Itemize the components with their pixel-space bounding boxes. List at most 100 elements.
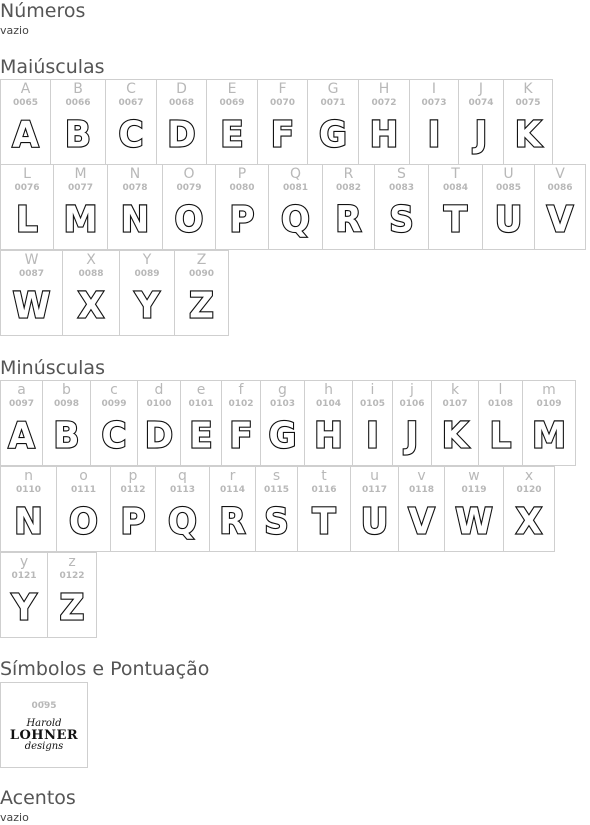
glyph-code: 0066 [65, 98, 91, 108]
glyph-character-label: f [238, 382, 244, 398]
glyph-preview: X [515, 500, 543, 544]
section-title-minusculas: Minúsculas [0, 357, 105, 379]
glyph-cell: j 0106 J [392, 380, 431, 466]
glyph-character-label: F [278, 81, 287, 97]
glyph-cell: Y 0089 Y [119, 250, 174, 336]
glyph-character-label: i [370, 382, 375, 398]
glyph-code: 0109 [536, 399, 562, 409]
glyph-character-label: R [343, 166, 354, 182]
glyph-code: 0067 [118, 98, 144, 108]
glyph-code: 0122 [59, 571, 85, 581]
glyph-character-label: V [555, 166, 565, 182]
glyph-code: 0072 [371, 98, 397, 108]
glyph-character-label: k [450, 382, 460, 398]
glyph-code: 0100 [146, 399, 172, 409]
glyph-cell: d 0100 D [137, 380, 180, 466]
glyph-code: 0111 [70, 485, 97, 495]
glyph-cell: K 0075 K [503, 79, 553, 165]
glyph-preview: A [11, 113, 40, 157]
glyph-row: A 0065 A B 0066 B C 0067 C D 0068 D E 0069 E F 0070 F G 007… [0, 79, 553, 165]
glyph-preview: W [454, 500, 494, 544]
glyph-preview: I [427, 113, 442, 157]
section-title-acentos: Acentos [0, 787, 76, 809]
glyph-cell: C 0067 C [105, 79, 156, 165]
glyph-preview: L [489, 414, 513, 458]
glyph-cell: v 0118 V [398, 466, 444, 552]
section-title-numeros: Números [0, 0, 86, 22]
glyph-cell: E 0069 E [206, 79, 257, 165]
glyph-character-label: L [23, 166, 31, 182]
glyph-cell: B 0066 B [50, 79, 105, 165]
glyph-row: L 0076 L M 0077 M N 0078 N O 0079 O P 0080 P Q 0081 Q R 008… [0, 164, 586, 250]
glyph-code: 0089 [134, 269, 160, 279]
glyph-cell: c 0099 C [90, 380, 137, 466]
glyph-cell: Q 0081 Q [268, 164, 322, 250]
glyph-character-label: h [324, 382, 333, 398]
glyph-preview: Q [280, 198, 311, 242]
glyph-cell: T 0084 T [428, 164, 482, 250]
glyph-code: 0078 [122, 183, 148, 193]
glyph-code: 0108 [487, 399, 514, 409]
glyph-row: n 0110 No 0111 Op 0112 Pq 0113 Qr 0114 Rs 0115 St 011… [0, 466, 555, 552]
glyph-preview: R [218, 500, 246, 544]
logo-text: designs [24, 741, 64, 752]
glyph-row: _ 0095 Harold LOHNER designs [0, 682, 88, 768]
glyph-preview: F [228, 414, 253, 458]
designer-logo: Harold LOHNER designs [7, 719, 81, 752]
glyph-code: 0080 [229, 183, 255, 193]
glyph-preview: X [77, 284, 105, 328]
glyph-code: 0084 [442, 183, 469, 193]
glyph-code: 0112 [120, 485, 146, 495]
glyph-code: 0110 [15, 485, 42, 495]
glyph-preview: N [13, 500, 44, 544]
glyph-character-label: u [370, 468, 379, 484]
glyph-preview: Q [167, 500, 198, 544]
glyph-code: 0074 [468, 98, 494, 108]
glyph-character-label: l [498, 382, 503, 398]
glyph-preview: Y [134, 284, 161, 328]
glyph-preview: C [100, 414, 127, 458]
glyph-cell: n 0110 N [0, 466, 56, 552]
glyph-preview: K [514, 113, 543, 157]
glyph-preview: A [7, 414, 36, 458]
glyph-preview: J [474, 113, 489, 157]
glyph-preview: B [64, 113, 92, 157]
glyph-preview: Y [11, 586, 38, 630]
glyph-code: 0079 [176, 183, 202, 193]
glyph-character-label: J [478, 81, 484, 97]
glyph-cell: O 0079 O [162, 164, 215, 250]
glyph-cell: q 0113 Q [155, 466, 209, 552]
glyph-code: 0103 [269, 399, 296, 409]
glyph-code: 0097 [8, 399, 35, 409]
section-title-maiusculas: Maiúsculas [0, 56, 105, 78]
glyph-code: 0090 [188, 269, 215, 279]
glyph-code: 0104 [315, 399, 342, 409]
glyph-character-label: W [24, 252, 39, 268]
glyph-code: 0114 [219, 485, 246, 495]
glyph-code: 0121 [11, 571, 37, 581]
glyph-row: a 0097 Ab 0098 Bc 0099 Cd 0100 De 0101 Ef 0102 Fg 010… [0, 380, 576, 466]
glyph-cell: H 0072 H [358, 79, 409, 165]
glyph-cell: A 0065 A [0, 79, 50, 165]
glyph-cell: D 0068 D [156, 79, 206, 165]
glyph-cell: N 0078 N [107, 164, 162, 250]
glyph-preview: Z [188, 284, 215, 328]
glyph-preview: M [531, 414, 567, 458]
glyph-character-label: O [183, 166, 195, 182]
glyph-cell: P 0080 P [215, 164, 268, 250]
glyph-code: 0118 [408, 485, 435, 495]
glyph-code: 0087 [18, 269, 45, 279]
glyph-character-label: m [542, 382, 556, 398]
glyph-code: 0082 [335, 183, 362, 193]
glyph-character-label: Y [142, 252, 152, 268]
glyph-cell: W 0087 W [0, 250, 62, 336]
glyph-preview: C [117, 113, 144, 157]
glyph-cell: p 0112 P [110, 466, 155, 552]
glyph-cell: M 0077 M [53, 164, 107, 250]
glyph-character-label: A [20, 81, 31, 97]
glyph-character-label: S [397, 166, 406, 182]
glyph-code: 0101 [188, 399, 214, 409]
glyph-code: 0119 [461, 485, 487, 495]
glyph-code: 0099 [101, 399, 127, 409]
section-note-numeros: vazio [0, 24, 29, 37]
